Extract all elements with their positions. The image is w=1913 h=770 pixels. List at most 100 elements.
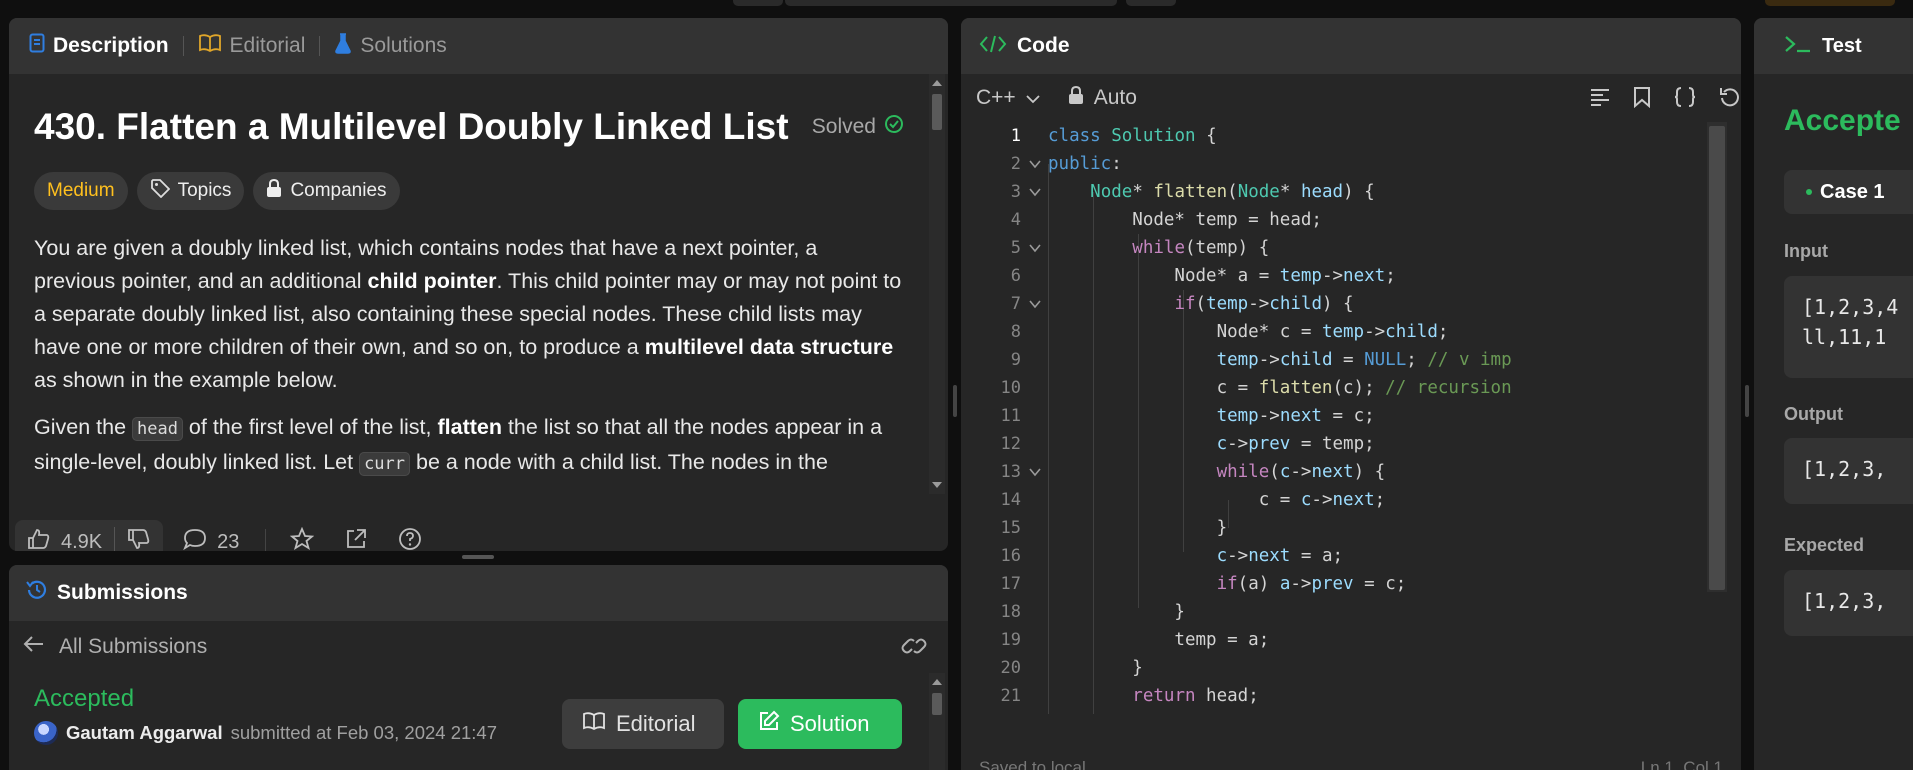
expected-value: [1,2,3,: [1784, 570, 1913, 636]
book-icon: [582, 711, 606, 737]
description-scrollbar[interactable]: [929, 74, 945, 494]
test-result-panel: Test Accepte Case 1 Input [1,2,3,4 ll,11…: [1754, 18, 1913, 770]
tab-description-label: Description: [53, 34, 169, 57]
input-value: [1,2,3,4 ll,11,1: [1784, 276, 1913, 378]
top-bar-stub: [733, 0, 783, 6]
status-dot: [1806, 189, 1812, 195]
tab-divider: [182, 36, 184, 56]
thumbs-up-icon: [27, 528, 51, 551]
test-header: Test: [1754, 18, 1913, 74]
language-select[interactable]: C++: [976, 86, 1040, 110]
like-button[interactable]: 4.9K: [15, 520, 114, 551]
code-editor[interactable]: 1 class Solution { 2 public: 3 Node* flatt…: [961, 122, 1721, 722]
submissions-title: Submissions: [57, 581, 188, 604]
editor-toolbar: C++ Auto: [961, 74, 1741, 122]
comments-button[interactable]: 23: [183, 528, 239, 551]
output-label: Output: [1784, 404, 1843, 424]
auto-mode-label: Auto: [1093, 86, 1137, 109]
topics-chip[interactable]: Topics: [136, 172, 245, 210]
output-value: [1,2,3,: [1784, 438, 1913, 504]
case-tab[interactable]: Case 1: [1784, 170, 1913, 214]
like-count: 4.9K: [61, 530, 103, 552]
arrow-left-icon: [23, 635, 45, 659]
braces-icon[interactable]: [1673, 86, 1697, 114]
editorial-button-label: Editorial: [616, 711, 696, 736]
tab-solutions-label: Solutions: [360, 34, 447, 57]
case-label: Case 1: [1820, 180, 1885, 203]
difficulty-badge: Medium: [34, 172, 128, 210]
lock-icon: [266, 178, 282, 203]
favorite-button[interactable]: [290, 526, 315, 551]
code-title: Code: [1017, 34, 1070, 57]
description-tabs: Description Editorial Solutions: [9, 18, 948, 74]
submitted-time: submitted at Feb 03, 2024 21:47: [230, 722, 497, 743]
tab-editorial[interactable]: Editorial: [198, 33, 305, 59]
book-icon: [198, 33, 222, 59]
test-title[interactable]: Test: [1822, 35, 1862, 58]
expected-label: Expected: [1784, 535, 1865, 555]
code-panel: Code C++ Auto 1 class Solution {2 publi…: [961, 18, 1741, 770]
bookmark-icon[interactable]: [1633, 86, 1651, 114]
submissions-scrollbar[interactable]: [929, 673, 945, 770]
horizontal-resize-handle[interactable]: [462, 555, 494, 559]
share-button[interactable]: [344, 527, 368, 551]
problem-tags: Medium Topics Companies: [34, 172, 904, 210]
topics-label: Topics: [177, 180, 232, 201]
solution-button[interactable]: Solution: [738, 699, 902, 749]
submissions-panel: Submissions All Submissions Accepted Gau…: [9, 565, 948, 770]
submissions-header: Submissions: [9, 565, 948, 621]
history-icon: [25, 578, 49, 608]
edit-icon: [758, 710, 780, 738]
solution-button-label: Solution: [790, 711, 870, 736]
share-icon: [344, 527, 368, 551]
language-label: C++: [976, 86, 1016, 109]
cursor-position: Ln 1, Col 1: [1640, 758, 1723, 770]
all-submissions-link[interactable]: All Submissions: [9, 621, 948, 673]
code-icon: [979, 34, 1007, 59]
help-button[interactable]: [398, 527, 422, 551]
reset-icon[interactable]: [1719, 86, 1741, 114]
companies-label: Companies: [290, 180, 387, 201]
tab-divider: [319, 36, 321, 56]
chevron-down-icon: [1026, 86, 1040, 110]
link-icon[interactable]: [900, 635, 928, 663]
document-icon: [29, 33, 45, 59]
tag-icon: [150, 178, 170, 204]
question-icon: [398, 527, 422, 551]
problem-paragraph-2: Given the head of the first level of the…: [34, 415, 883, 476]
dislike-button[interactable]: [115, 520, 163, 551]
avatar[interactable]: [34, 721, 58, 745]
star-icon: [290, 526, 315, 551]
auto-mode[interactable]: Auto: [1068, 85, 1137, 110]
check-circle-icon: [884, 114, 904, 140]
thumbs-down-icon: [127, 528, 151, 551]
problem-title[interactable]: 430. Flatten a Multilevel Doubly Linked …: [34, 106, 789, 148]
flask-icon: [334, 32, 352, 60]
tab-description[interactable]: Description: [29, 33, 169, 59]
vertical-resize-handle[interactable]: [1745, 385, 1749, 417]
test-result-status: Accepte: [1784, 104, 1901, 137]
author-name[interactable]: Gautam Aggarwal: [66, 722, 223, 744]
problem-paragraph-1: You are given a doubly linked list, whic…: [34, 236, 902, 392]
lock-icon: [1068, 85, 1084, 110]
format-icon[interactable]: [1589, 86, 1611, 114]
vertical-resize-handle[interactable]: [953, 385, 957, 417]
saved-status: Saved to local: [979, 758, 1086, 770]
all-submissions-label: All Submissions: [59, 635, 208, 658]
description-panel: Description Editorial Solutions 430. Fla…: [9, 18, 948, 551]
top-bar-stub: [1126, 0, 1176, 6]
vote-group: 4.9K: [15, 520, 164, 551]
terminal-icon: [1784, 34, 1812, 59]
top-bar-stub: [1067, 0, 1117, 6]
editor-scrollbar[interactable]: [1707, 122, 1727, 592]
description-content: 430. Flatten a Multilevel Doubly Linked …: [9, 74, 929, 494]
comment-count: 23: [217, 530, 240, 552]
solved-label: Solved: [811, 115, 876, 138]
tab-solutions[interactable]: Solutions: [334, 32, 447, 60]
code-header: Code: [961, 18, 1741, 74]
top-bar-stub: [785, 0, 1085, 6]
companies-chip[interactable]: Companies: [253, 172, 400, 210]
solved-status: Solved: [812, 114, 904, 140]
editorial-button[interactable]: Editorial: [562, 699, 724, 749]
comment-icon: [183, 528, 207, 551]
